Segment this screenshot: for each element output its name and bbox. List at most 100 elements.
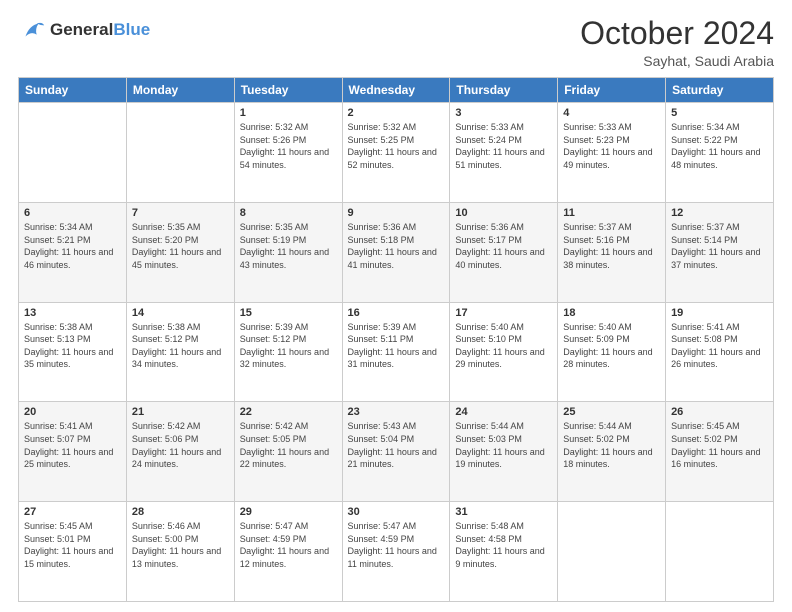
day-info: Sunrise: 5:40 AMSunset: 5:10 PMDaylight:… (455, 321, 552, 371)
day-info: Sunrise: 5:37 AMSunset: 5:16 PMDaylight:… (563, 221, 660, 271)
logo-bird-icon (18, 16, 46, 44)
day-number: 13 (24, 307, 121, 319)
day-info: Sunrise: 5:39 AMSunset: 5:12 PMDaylight:… (240, 321, 337, 371)
day-number: 17 (455, 307, 552, 319)
day-info: Sunrise: 5:34 AMSunset: 5:22 PMDaylight:… (671, 121, 768, 171)
day-info: Sunrise: 5:39 AMSunset: 5:11 PMDaylight:… (348, 321, 445, 371)
header-sunday: Sunday (19, 78, 127, 103)
day-info: Sunrise: 5:45 AMSunset: 5:01 PMDaylight:… (24, 520, 121, 570)
day-info: Sunrise: 5:40 AMSunset: 5:09 PMDaylight:… (563, 321, 660, 371)
day-number: 23 (348, 406, 445, 418)
day-number: 25 (563, 406, 660, 418)
table-row: 26Sunrise: 5:45 AMSunset: 5:02 PMDayligh… (666, 402, 774, 502)
location: Sayhat, Saudi Arabia (580, 53, 774, 69)
day-info: Sunrise: 5:42 AMSunset: 5:06 PMDaylight:… (132, 420, 229, 470)
day-number: 24 (455, 406, 552, 418)
day-info: Sunrise: 5:43 AMSunset: 5:04 PMDaylight:… (348, 420, 445, 470)
day-number: 18 (563, 307, 660, 319)
table-row: 3 Sunrise: 5:33 AMSunset: 5:24 PMDaylight… (450, 103, 558, 203)
calendar-header-row: Sunday Monday Tuesday Wednesday Thursday… (19, 78, 774, 103)
page: GeneralBlue October 2024 Sayhat, Saudi A… (0, 0, 792, 612)
day-number: 28 (132, 506, 229, 518)
day-info: Sunrise: 5:47 AMSunset: 4:59 PMDaylight:… (348, 520, 445, 570)
header-monday: Monday (126, 78, 234, 103)
day-info: Sunrise: 5:36 AMSunset: 5:17 PMDaylight:… (455, 221, 552, 271)
month-year: October 2024 (580, 16, 774, 51)
day-info: Sunrise: 5:46 AMSunset: 5:00 PMDaylight:… (132, 520, 229, 570)
table-row: 19 Sunrise: 5:41 AMSunset: 5:08 PMDayligh… (666, 302, 774, 402)
day-number: 15 (240, 307, 337, 319)
day-number: 29 (240, 506, 337, 518)
day-info: Sunrise: 5:33 AMSunset: 5:24 PMDaylight:… (455, 121, 552, 171)
day-number: 11 (563, 207, 660, 219)
header: GeneralBlue October 2024 Sayhat, Saudi A… (18, 16, 774, 69)
calendar-week-row: 27 Sunrise: 5:45 AMSunset: 5:01 PMDayligh… (19, 502, 774, 602)
table-row: 22Sunrise: 5:42 AMSunset: 5:05 PMDayligh… (234, 402, 342, 502)
table-row (19, 103, 127, 203)
table-row: 5 Sunrise: 5:34 AMSunset: 5:22 PMDaylight… (666, 103, 774, 203)
day-number: 6 (24, 207, 121, 219)
day-number: 10 (455, 207, 552, 219)
day-info: Sunrise: 5:44 AMSunset: 5:02 PMDaylight:… (563, 420, 660, 470)
title-area: October 2024 Sayhat, Saudi Arabia (580, 16, 774, 69)
table-row: 21Sunrise: 5:42 AMSunset: 5:06 PMDayligh… (126, 402, 234, 502)
calendar-week-row: 1 Sunrise: 5:32 AMSunset: 5:26 PMDaylight… (19, 103, 774, 203)
table-row: 8 Sunrise: 5:35 AMSunset: 5:19 PMDaylight… (234, 202, 342, 302)
table-row: 1 Sunrise: 5:32 AMSunset: 5:26 PMDaylight… (234, 103, 342, 203)
table-row: 28 Sunrise: 5:46 AMSunset: 5:00 PMDayligh… (126, 502, 234, 602)
day-number: 8 (240, 207, 337, 219)
day-info: Sunrise: 5:41 AMSunset: 5:08 PMDaylight:… (671, 321, 768, 371)
day-number: 5 (671, 107, 768, 119)
day-info: Sunrise: 5:48 AMSunset: 4:58 PMDaylight:… (455, 520, 552, 570)
table-row: 10 Sunrise: 5:36 AMSunset: 5:17 PMDayligh… (450, 202, 558, 302)
header-friday: Friday (558, 78, 666, 103)
table-row: 29Sunrise: 5:47 AMSunset: 4:59 PMDayligh… (234, 502, 342, 602)
day-info: Sunrise: 5:35 AMSunset: 5:20 PMDaylight:… (132, 221, 229, 271)
day-number: 22 (240, 406, 337, 418)
header-saturday: Saturday (666, 78, 774, 103)
table-row: 23 Sunrise: 5:43 AMSunset: 5:04 PMDayligh… (342, 402, 450, 502)
day-info: Sunrise: 5:44 AMSunset: 5:03 PMDaylight:… (455, 420, 552, 470)
table-row: 12Sunrise: 5:37 AMSunset: 5:14 PMDayligh… (666, 202, 774, 302)
table-row (666, 502, 774, 602)
table-row: 14 Sunrise: 5:38 AMSunset: 5:12 PMDayligh… (126, 302, 234, 402)
calendar: Sunday Monday Tuesday Wednesday Thursday… (18, 77, 774, 602)
day-number: 3 (455, 107, 552, 119)
day-info: Sunrise: 5:37 AMSunset: 5:14 PMDaylight:… (671, 221, 768, 271)
header-tuesday: Tuesday (234, 78, 342, 103)
day-info: Sunrise: 5:41 AMSunset: 5:07 PMDaylight:… (24, 420, 121, 470)
day-info: Sunrise: 5:45 AMSunset: 5:02 PMDaylight:… (671, 420, 768, 470)
day-number: 14 (132, 307, 229, 319)
day-number: 19 (671, 307, 768, 319)
day-info: Sunrise: 5:32 AMSunset: 5:26 PMDaylight:… (240, 121, 337, 171)
table-row: 27 Sunrise: 5:45 AMSunset: 5:01 PMDayligh… (19, 502, 127, 602)
table-row: 17 Sunrise: 5:40 AMSunset: 5:10 PMDayligh… (450, 302, 558, 402)
day-number: 31 (455, 506, 552, 518)
table-row: 16 Sunrise: 5:39 AMSunset: 5:11 PMDayligh… (342, 302, 450, 402)
header-thursday: Thursday (450, 78, 558, 103)
day-number: 2 (348, 107, 445, 119)
table-row: 25 Sunrise: 5:44 AMSunset: 5:02 PMDayligh… (558, 402, 666, 502)
day-number: 4 (563, 107, 660, 119)
calendar-week-row: 20Sunrise: 5:41 AMSunset: 5:07 PMDayligh… (19, 402, 774, 502)
table-row: 20Sunrise: 5:41 AMSunset: 5:07 PMDayligh… (19, 402, 127, 502)
day-info: Sunrise: 5:35 AMSunset: 5:19 PMDaylight:… (240, 221, 337, 271)
table-row: 18 Sunrise: 5:40 AMSunset: 5:09 PMDayligh… (558, 302, 666, 402)
day-number: 27 (24, 506, 121, 518)
table-row: 13Sunrise: 5:38 AMSunset: 5:13 PMDayligh… (19, 302, 127, 402)
day-number: 16 (348, 307, 445, 319)
day-info: Sunrise: 5:38 AMSunset: 5:12 PMDaylight:… (132, 321, 229, 371)
table-row: 11 Sunrise: 5:37 AMSunset: 5:16 PMDayligh… (558, 202, 666, 302)
day-info: Sunrise: 5:32 AMSunset: 5:25 PMDaylight:… (348, 121, 445, 171)
day-number: 9 (348, 207, 445, 219)
table-row: 31 Sunrise: 5:48 AMSunset: 4:58 PMDayligh… (450, 502, 558, 602)
calendar-week-row: 6Sunrise: 5:34 AMSunset: 5:21 PMDaylight… (19, 202, 774, 302)
table-row: 9Sunrise: 5:36 AMSunset: 5:18 PMDaylight… (342, 202, 450, 302)
day-info: Sunrise: 5:33 AMSunset: 5:23 PMDaylight:… (563, 121, 660, 171)
day-number: 1 (240, 107, 337, 119)
table-row (558, 502, 666, 602)
table-row: 2 Sunrise: 5:32 AMSunset: 5:25 PMDaylight… (342, 103, 450, 203)
day-number: 7 (132, 207, 229, 219)
calendar-week-row: 13Sunrise: 5:38 AMSunset: 5:13 PMDayligh… (19, 302, 774, 402)
header-wednesday: Wednesday (342, 78, 450, 103)
